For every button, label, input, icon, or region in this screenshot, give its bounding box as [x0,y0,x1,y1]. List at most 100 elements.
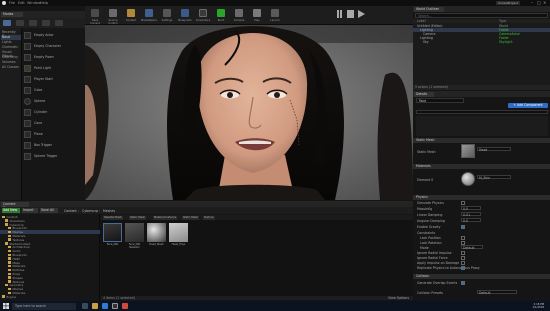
filter-chip[interactable]: Material Instance [153,215,178,220]
play-button[interactable]: Play [249,8,265,23]
section-static-mesh[interactable]: Static Mesh [413,138,550,143]
actor-name-field[interactable]: Face [416,98,464,103]
tab-world-outliner[interactable]: World Outliner [414,6,444,12]
landscape-mode-icon[interactable] [29,20,37,26]
enable-gravity-checkbox[interactable] [461,225,465,229]
filter-chip[interactable]: Static Mesh [182,215,200,220]
app-icon[interactable] [122,303,128,309]
material-dropdown[interactable]: M_Skin [477,175,511,180]
minimize-icon[interactable]: – [531,0,533,5]
cinematics-button[interactable]: Cinematics [195,8,211,23]
asset-tile[interactable]: Head_Phys [169,223,188,251]
place-item[interactable]: Empty Actor [23,30,83,40]
asset-tile[interactable]: Face_Mat Skeleton [125,223,144,251]
category-geometry[interactable]: Geometry [1,55,21,60]
place-item[interactable]: Sphere [23,96,83,106]
maximize-icon[interactable]: □ [537,0,541,5]
static-mesh-dropdown[interactable]: Head [477,147,511,152]
paint-mode-icon[interactable] [16,20,24,26]
place-item[interactable]: Sphere Trigger [23,151,83,161]
component-tree[interactable] [416,116,548,136]
linear-damping-field[interactable]: 0.01 [461,212,481,217]
place-item[interactable]: Cube [23,85,83,95]
system-clock[interactable]: 2:18 PM 1/1/2018 [532,303,544,310]
category-cinematic[interactable]: Cinematic [1,45,21,50]
category-lights[interactable]: Lights [1,40,21,45]
ignore-radial-impulse-checkbox[interactable] [461,251,465,255]
apply-impulse-checkbox[interactable] [461,261,465,265]
place-item[interactable]: Cone [23,118,83,128]
mass-field[interactable]: 0.0 [461,206,481,211]
category-volumes[interactable]: Volumes [1,60,21,65]
place-item[interactable]: Box Trigger [23,140,83,150]
filter-chip[interactable]: Texture [203,215,215,220]
replicate-physics-checkbox[interactable] [461,266,465,270]
section-materials[interactable]: Materials [413,164,550,169]
build-button[interactable]: Build [213,8,229,23]
outliner-row[interactable]: Sky SkyLight [413,40,550,44]
file-explorer-icon[interactable] [92,303,98,309]
taskbar-search-input[interactable]: Type here to search [12,302,76,310]
save-all-button[interactable]: Save All [40,208,58,213]
pause-icon[interactable] [337,10,343,18]
filter-chip[interactable]: Skeletal Mesh [103,215,123,220]
ignore-radial-force-checkbox[interactable] [461,256,465,260]
import-button[interactable]: Import [22,208,38,213]
generate-overlap-checkbox[interactable] [461,281,465,285]
blueprints-button[interactable]: Blueprints [177,8,193,23]
collision-presets-dropdown[interactable]: Default [477,290,517,295]
category-all-classes[interactable]: All Classes [1,65,21,70]
place-item[interactable]: Cylinder [23,107,83,117]
static-mesh-thumbnail[interactable] [461,144,475,158]
breadcrumb-content[interactable]: Content [64,209,77,213]
edge-icon[interactable] [102,303,108,309]
lock-position-checkbox[interactable] [461,236,465,240]
foliage-mode-icon[interactable] [42,20,50,26]
section-physics[interactable]: Physics [413,195,550,200]
breadcrumb-meshes[interactable]: Meshes [103,209,115,213]
geometry-mode-icon[interactable] [55,20,63,26]
place-item[interactable]: Empty Character [23,41,83,51]
menu-help[interactable]: Help [40,1,48,5]
add-component-button[interactable]: + Add Component [508,103,548,108]
section-collision[interactable]: Collision [413,274,550,279]
tab-details[interactable]: Details [414,91,434,97]
place-item[interactable]: Empty Pawn [23,52,83,62]
asset-tile[interactable]: Face_Mat [103,223,122,251]
asset-tile[interactable]: Head_Mesh [147,223,166,251]
breadcrumb-cyberscrp[interactable]: Cyberscrp [82,209,98,213]
content-button[interactable]: Content [123,8,139,23]
save-current-button[interactable]: Save Current [87,8,103,25]
add-new-button[interactable]: Add New [2,208,20,213]
place-item[interactable]: Point Light [23,63,83,73]
simulate-physics-checkbox[interactable] [461,201,465,205]
marketplace-button[interactable]: Marketplace [141,8,157,23]
material-thumbnail[interactable] [461,172,475,186]
category-basic[interactable]: Basic [1,35,21,40]
category-visual-effects[interactable]: Visual Effects [1,50,21,58]
task-view-icon[interactable] [82,303,88,309]
place-item[interactable]: Plane [23,129,83,139]
mode-dropdown[interactable]: Default [461,245,483,250]
menu-file[interactable]: File [9,1,15,5]
launch-button[interactable]: Launch [267,8,283,23]
windows-start-icon[interactable] [3,303,9,309]
place-mode-icon[interactable] [3,20,11,26]
close-icon[interactable]: × [543,0,546,5]
place-item[interactable]: Player Start [23,74,83,84]
angular-damping-field[interactable]: 0.0 [461,218,481,223]
menu-edit[interactable]: Edit [18,1,25,5]
tab-modes[interactable]: Modes [1,12,23,17]
settings-button[interactable]: Settings [159,8,175,23]
level-viewport[interactable] [85,25,413,200]
view-options-button[interactable]: View Options [388,296,409,300]
menu-window[interactable]: Window [27,1,41,5]
compile-button[interactable]: Compile [231,8,247,23]
source-control-button[interactable]: Source Control [105,8,121,25]
tab-content-browser[interactable]: Content Browser [1,201,29,210]
category-recently-placed[interactable]: Recently Placed [1,30,21,38]
outliner-search-input[interactable]: Search... [415,13,548,18]
stop-icon[interactable] [347,10,354,18]
details-search-input[interactable] [416,110,548,114]
unreal-taskbar-icon[interactable] [112,303,118,309]
